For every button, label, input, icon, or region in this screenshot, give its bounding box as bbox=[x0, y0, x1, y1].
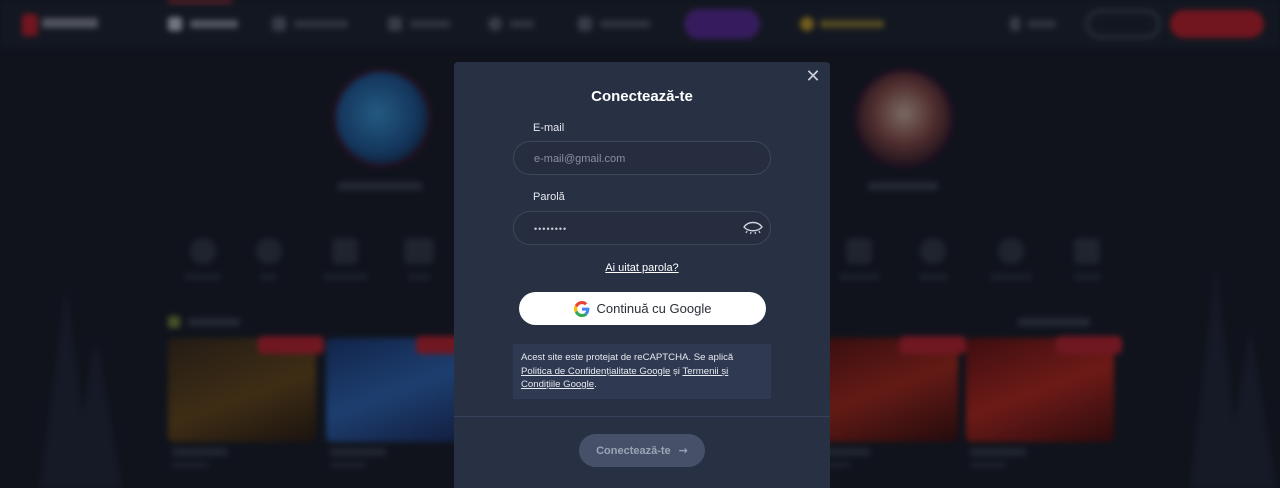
password-input[interactable] bbox=[532, 212, 736, 246]
eye-icon[interactable] bbox=[742, 218, 764, 238]
recaptcha-connector: și bbox=[670, 365, 683, 377]
close-icon[interactable]: ✕ bbox=[804, 68, 822, 86]
arrow-right-icon: → bbox=[678, 444, 688, 457]
email-input[interactable] bbox=[532, 142, 736, 176]
privacy-policy-link[interactable]: Politica de Confidențialitate Google bbox=[521, 366, 670, 377]
submit-label: Conectează-te bbox=[596, 444, 671, 457]
divider bbox=[454, 416, 830, 417]
password-label: Parolă bbox=[533, 191, 565, 203]
google-button-label: Continuă cu Google bbox=[596, 301, 712, 316]
login-submit-button[interactable]: Conectează-te → bbox=[579, 434, 705, 467]
email-field-wrapper bbox=[513, 141, 771, 176]
modal-title: Conectează-te bbox=[591, 88, 693, 105]
register-prompt bbox=[454, 482, 830, 488]
password-field-wrapper bbox=[513, 211, 771, 246]
login-modal: ✕ Conectează-te E-mail Parolă Ai uitat p… bbox=[454, 62, 830, 488]
google-icon bbox=[573, 300, 589, 317]
recaptcha-end: . bbox=[594, 379, 597, 390]
recaptcha-notice: Acest site este protejat de reCAPTCHA. S… bbox=[513, 344, 771, 399]
forgot-password-link[interactable]: Ai uitat parola? bbox=[454, 262, 830, 274]
recaptcha-text: Acest site este protejat de reCAPTCHA. S… bbox=[521, 352, 734, 363]
google-signin-button[interactable]: Continuă cu Google bbox=[519, 292, 766, 325]
email-label: E-mail bbox=[533, 122, 565, 134]
